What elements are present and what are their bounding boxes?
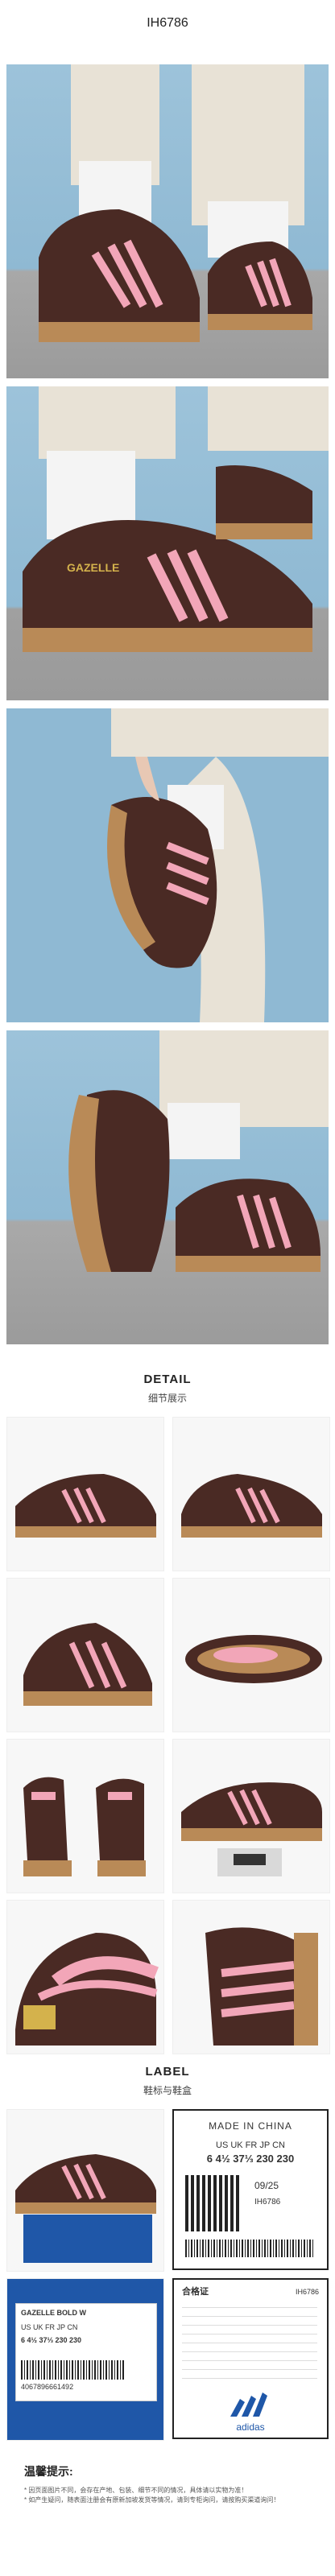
- shoe-illustration: [181, 1782, 322, 1876]
- product-photo-2: GAZELLE: [6, 386, 329, 700]
- barcode-digits: 4067896661492: [21, 2383, 74, 2391]
- brand-text: adidas: [236, 2421, 265, 2433]
- product-photo-1: [6, 64, 329, 378]
- hint-section: 温馨提示: * 因页面图片不同，会存在产地、包装、细节不同的情况，具体请以实物为…: [24, 2463, 314, 2505]
- shoe-illustration: [205, 1927, 318, 2046]
- shoe-illustration: [181, 1474, 322, 1538]
- shoe-illustration: [68, 1030, 329, 1272]
- detail-photo-5: [6, 1739, 164, 1893]
- size-values: 6 4½ 37⅓ 230 230: [206, 2153, 295, 2165]
- certificate-title: 合格证: [182, 2287, 209, 2297]
- shoe-illustration: [107, 708, 329, 1022]
- box-size-header: US UK FR JP CN: [21, 2323, 78, 2331]
- label-title-en: LABEL: [145, 2065, 190, 2079]
- shoe-illustration: [23, 1623, 152, 1706]
- hint-line-1: * 因页面图片不同，会存在产地、包装、细节不同的情况，具体请以实物为准！: [24, 2487, 248, 2494]
- certificate-card: 合格证 IH6786 adidas: [172, 2278, 329, 2439]
- detail-photo-8: [172, 1900, 330, 2054]
- hint-title: 温馨提示:: [24, 2465, 73, 2478]
- date-text: 09/25: [254, 2180, 279, 2191]
- shoe-tag: MADE IN CHINA US UK FR JP CN 6 4½ 37⅓ 23…: [172, 2109, 329, 2270]
- product-name: GAZELLE BOLD W: [21, 2309, 86, 2317]
- detail-photo-6: [172, 1739, 330, 1893]
- label-photo-1: [6, 2109, 164, 2272]
- barcode-icon: [185, 2240, 314, 2257]
- product-photo-4: [6, 1030, 329, 1344]
- shoe-illustration: GAZELLE: [23, 386, 329, 652]
- made-in-text: MADE IN CHINA: [209, 2120, 292, 2132]
- adidas-logo: [222, 2392, 279, 2425]
- shoe-illustration: [185, 1635, 322, 1683]
- detail-title-cn: 细节展示: [147, 1393, 187, 1404]
- label-title-cn: 鞋标与鞋盒: [143, 2085, 192, 2096]
- shoe-illustration: [39, 64, 312, 342]
- detail-photo-3: [6, 1578, 164, 1732]
- certificate-article: IH6786: [295, 2288, 319, 2296]
- box-label-photo: GAZELLE BOLD W US UK FR JP CN 6 4½ 37⅓ 2…: [6, 2278, 164, 2441]
- box-size-values: 6 4½ 37⅓ 230 230: [21, 2336, 82, 2344]
- article-code: IH6786: [254, 2198, 281, 2207]
- model-code: IH6786: [147, 16, 188, 30]
- box-label: GAZELLE BOLD W US UK FR JP CN 6 4½ 37⅓ 2…: [15, 2303, 157, 2401]
- shoe-illustration: [15, 1474, 156, 1538]
- certificate-text-block: [182, 2307, 317, 2380]
- hint-line-2: * 如产生疑问，随表面注册会有原新加坡发货等情况，请到专柜询问，请按购买渠道询问…: [24, 2496, 280, 2504]
- shoe-illustration: [23, 1777, 146, 1876]
- adidas-logo-icon: [230, 2392, 267, 2417]
- shoe-illustration: [15, 2154, 156, 2263]
- detail-photo-4: [172, 1578, 330, 1732]
- detail-photo-7: [6, 1900, 164, 2054]
- shoe-illustration: [15, 1933, 159, 2046]
- qr-code-icon: [185, 2175, 242, 2231]
- box-barcode-icon: [21, 2360, 126, 2380]
- detail-title-en: DETAIL: [143, 1373, 192, 1386]
- detail-photo-1: [6, 1417, 164, 1571]
- size-header: US UK FR JP CN: [216, 2140, 285, 2150]
- detail-photo-2: [172, 1417, 330, 1571]
- product-photo-3: [6, 708, 329, 1022]
- tongue-text: GAZELLE: [67, 561, 119, 574]
